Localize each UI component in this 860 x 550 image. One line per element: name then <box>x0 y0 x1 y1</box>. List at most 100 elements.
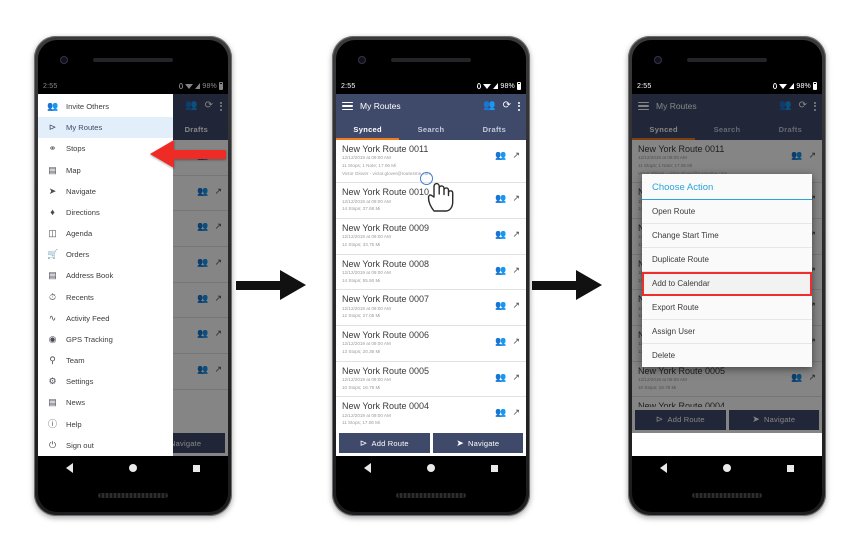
tab-drafts[interactable]: Drafts <box>759 118 822 140</box>
home-circle-icon[interactable] <box>427 464 435 472</box>
home-circle-icon[interactable] <box>723 464 731 472</box>
table-row[interactable]: New York Route 0009 12/12/2019 at 09:00 … <box>336 219 526 255</box>
add-user-icon[interactable]: 👥 <box>483 101 495 111</box>
assign-user-icon[interactable]: 👥 <box>495 301 506 310</box>
assign-user-icon[interactable]: 👥 <box>495 408 506 417</box>
assign-user-icon[interactable]: 👥 <box>495 151 506 160</box>
back-triangle-icon[interactable] <box>66 463 73 473</box>
tab-synced[interactable]: Synced <box>336 118 399 140</box>
earpiece-speaker <box>687 58 767 62</box>
sidebar-item-directions[interactable]: ♦ Directions <box>38 202 173 223</box>
sidebar-item-recents[interactable]: ⏱ Recents <box>38 287 173 308</box>
android-nav-bar-2 <box>336 456 526 480</box>
recents-square-icon[interactable] <box>491 464 498 472</box>
dialog-item-add-to-calendar[interactable]: Add to Calendar <box>642 272 812 296</box>
overflow-menu-icon[interactable] <box>518 101 520 111</box>
bottom-action-bar: ⊳ Add Route ➤ Navigate <box>632 406 822 433</box>
navigate-button[interactable]: ➤ Navigate <box>728 409 819 430</box>
sidebar-item-orders[interactable]: 🛒 Orders <box>38 244 173 265</box>
back-triangle-icon[interactable] <box>364 463 371 473</box>
share-export-icon[interactable]: ↗ <box>512 301 520 310</box>
choose-action-dialog: Choose Action Open Route Change Start Ti… <box>642 174 812 367</box>
sidebar-item-agenda[interactable]: ◫ Agenda <box>38 223 173 244</box>
dialog-item-assign-user[interactable]: Assign User <box>642 320 812 344</box>
sync-icon[interactable]: ⟳ <box>503 101 511 111</box>
table-row[interactable]: New York Route 0005 12/12/2019 at 09:00 … <box>336 362 526 398</box>
dialog-item-duplicate-route[interactable]: Duplicate Route <box>642 248 812 272</box>
tab-synced[interactable]: Synced <box>632 118 695 140</box>
table-row[interactable]: New York Route 0007 12/12/2019 at 09:00 … <box>336 290 526 326</box>
table-row[interactable]: New York Route 0006 12/12/2019 at 09:00 … <box>336 326 526 362</box>
sidebar-item-label: Orders <box>66 250 90 260</box>
route-name: New York Route 0011 <box>638 144 725 154</box>
dialog-item-change-start-time[interactable]: Change Start Time <box>642 224 812 248</box>
sidebar-item-address-book[interactable]: ▤ Address Book <box>38 265 173 286</box>
share-export-icon[interactable]: ↗ <box>512 265 520 275</box>
share-export-icon[interactable]: ↗ <box>512 336 520 346</box>
table-row[interactable]: New York Route 0004 12/12/2019 at 09:00 … <box>336 397 526 433</box>
sidebar-item-navigate[interactable]: ➤ Navigate <box>38 181 173 202</box>
route-stats: 11 Stops; 17.06 Mi <box>342 420 380 426</box>
share-export-icon[interactable]: ↗ <box>512 408 520 417</box>
add-route-button[interactable]: ⊳ Add Route <box>635 409 726 430</box>
assign-user-icon[interactable]: 👥 <box>791 372 802 382</box>
assign-user-icon[interactable]: 👥 <box>495 372 506 382</box>
share-export-icon[interactable]: ↗ <box>512 194 520 203</box>
tab-search[interactable]: Search <box>399 118 462 140</box>
sidebar-item-gps-tracking[interactable]: ◉ GPS Tracking <box>38 329 173 350</box>
sidebar-item-activity-feed[interactable]: ∿ Activity Feed <box>38 308 173 329</box>
back-triangle-icon[interactable] <box>660 463 667 473</box>
app-bar: My Routes 👥 ⟳ <box>632 94 822 118</box>
recents-square-icon[interactable] <box>787 464 794 472</box>
sidebar-item-my-routes[interactable]: ⊳ My Routes <box>38 117 173 139</box>
sidebar-item-team[interactable]: ⚲ Team <box>38 350 173 371</box>
sidebar-item-settings[interactable]: ⚙ Settings <box>38 371 173 392</box>
screen-1: 2:55 98% My Routes 👥 <box>38 78 228 456</box>
navigate-button[interactable]: ➤ Navigate <box>432 433 523 453</box>
add-route-button[interactable]: ⊳ Add Route <box>339 433 430 453</box>
dialog-item-export-route[interactable]: Export Route <box>642 296 812 320</box>
assign-user-icon[interactable]: 👥 <box>495 336 506 346</box>
hamburger-icon[interactable] <box>638 101 649 111</box>
route-stats: 12 Stops; 33.75 Mi <box>342 241 381 247</box>
battery-percent: 98% <box>500 82 515 90</box>
share-export-icon[interactable]: ↗ <box>512 151 520 160</box>
sidebar-item-sign-out[interactable]: ⏻ Sign out <box>38 435 173 456</box>
phone-3-choose-action: 2:55 98% My Routes 👥 ⟳ Synced Search Dra… <box>628 36 826 516</box>
assign-user-icon[interactable]: 👥 <box>495 194 506 203</box>
sidebar-item-label: GPS Tracking <box>66 334 113 344</box>
status-bar: 2:55 98% <box>336 78 526 94</box>
share-export-icon[interactable]: ↗ <box>808 372 816 382</box>
location-pin-icon <box>773 83 778 89</box>
table-row[interactable]: New York Route 0008 12/12/2019 at 09:00 … <box>336 255 526 291</box>
status-bar: 2:55 98% <box>632 78 822 94</box>
battery-icon <box>813 82 817 90</box>
assign-user-icon[interactable]: 👥 <box>791 151 802 160</box>
sidebar-item-help[interactable]: ⓘ Help <box>38 414 173 435</box>
share-export-icon[interactable]: ↗ <box>512 372 520 382</box>
assign-user-icon[interactable]: 👥 <box>495 229 506 239</box>
tab-search[interactable]: Search <box>695 118 758 140</box>
share-export-icon[interactable]: ↗ <box>808 151 816 160</box>
tab-drafts[interactable]: Drafts <box>463 118 526 140</box>
recents-square-icon[interactable] <box>193 464 200 472</box>
sidebar-item-invite-others[interactable]: 👥 Invite Others <box>38 96 173 117</box>
route-name: New York Route 0006 <box>342 329 430 340</box>
share-export-icon[interactable]: ↗ <box>512 229 520 239</box>
arrow-shaft <box>236 280 280 290</box>
sidebar-item-news[interactable]: ▤ News <box>38 392 173 413</box>
add-route-label: Add Route <box>371 438 409 448</box>
hamburger-icon[interactable] <box>342 101 353 111</box>
dialog-item-delete[interactable]: Delete <box>642 344 812 367</box>
assign-user-icon[interactable]: 👥 <box>495 265 506 275</box>
phone-1-drawer: 2:55 98% My Routes 👥 <box>34 36 232 516</box>
status-time: 2:55 <box>341 82 356 90</box>
add-user-icon[interactable]: 👥 <box>779 101 791 111</box>
sync-icon[interactable]: ⟳ <box>799 101 807 111</box>
home-circle-icon[interactable] <box>129 464 137 472</box>
navigation-arrow-icon: ➤ <box>48 185 57 196</box>
dialog-item-open-route[interactable]: Open Route <box>642 200 812 224</box>
overflow-menu-icon[interactable] <box>814 101 816 111</box>
sidebar-item-label: Navigate <box>66 186 96 196</box>
table-row[interactable]: New York Route 0011 12/12/2019 at 09:00 … <box>336 140 526 212</box>
